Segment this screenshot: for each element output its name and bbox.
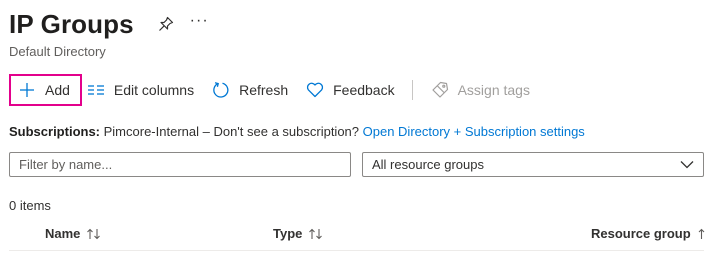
page-title: IP Groups: [9, 8, 134, 39]
pin-icon[interactable]: [156, 14, 176, 34]
more-icon[interactable]: ···: [190, 13, 209, 35]
column-header-type[interactable]: Type: [273, 226, 324, 241]
item-count: 0 items: [9, 198, 51, 213]
sort-both-icon: [86, 228, 102, 240]
assign-tags-label: Assign tags: [457, 82, 530, 98]
heart-icon: [305, 80, 325, 100]
resource-groups-value: All resource groups: [372, 157, 484, 172]
column-header-name-label: Name: [45, 226, 81, 241]
plus-icon: [17, 80, 37, 100]
refresh-icon: [211, 80, 231, 100]
filter-by-name-input[interactable]: [9, 152, 351, 177]
tag-icon: [430, 80, 450, 100]
refresh-label: Refresh: [239, 82, 289, 98]
list-columns-icon: [86, 80, 106, 100]
subscriptions-label: Subscriptions:: [9, 124, 101, 139]
page-header: IP Groups ···: [9, 6, 209, 42]
assign-tags-button[interactable]: Assign tags: [430, 74, 530, 106]
subscriptions-row: Subscriptions: Pimcore-Internal – Don't …: [9, 124, 585, 139]
edit-columns-label: Edit columns: [113, 82, 195, 98]
toolbar-divider: [411, 80, 413, 100]
page-subtitle: Default Directory: [9, 44, 106, 59]
column-header-name[interactable]: Name: [45, 226, 102, 241]
column-header-resource-group-label: Resource group: [591, 226, 691, 241]
feedback-button[interactable]: Feedback: [305, 74, 395, 106]
subscriptions-text: Pimcore-Internal – Don't see a subscript…: [100, 124, 363, 139]
table-header-divider: [9, 250, 704, 251]
subscription-settings-link[interactable]: Open Directory + Subscription settings: [363, 124, 585, 139]
edit-columns-button[interactable]: Edit columns: [86, 74, 194, 106]
column-header-type-label: Type: [273, 226, 303, 241]
chevron-down-icon: [680, 157, 694, 172]
column-header-resource-group[interactable]: Resource group: [591, 226, 706, 241]
refresh-button[interactable]: Refresh: [211, 74, 288, 106]
sort-ascending-icon: [697, 228, 706, 240]
feedback-label: Feedback: [333, 82, 395, 98]
command-bar: Add Edit columns Refresh Feedback Assign…: [9, 74, 530, 106]
add-button-label: Add: [45, 82, 70, 98]
resource-groups-dropdown[interactable]: All resource groups: [362, 152, 704, 177]
sort-both-icon: [308, 228, 324, 240]
add-button[interactable]: Add: [9, 74, 82, 106]
